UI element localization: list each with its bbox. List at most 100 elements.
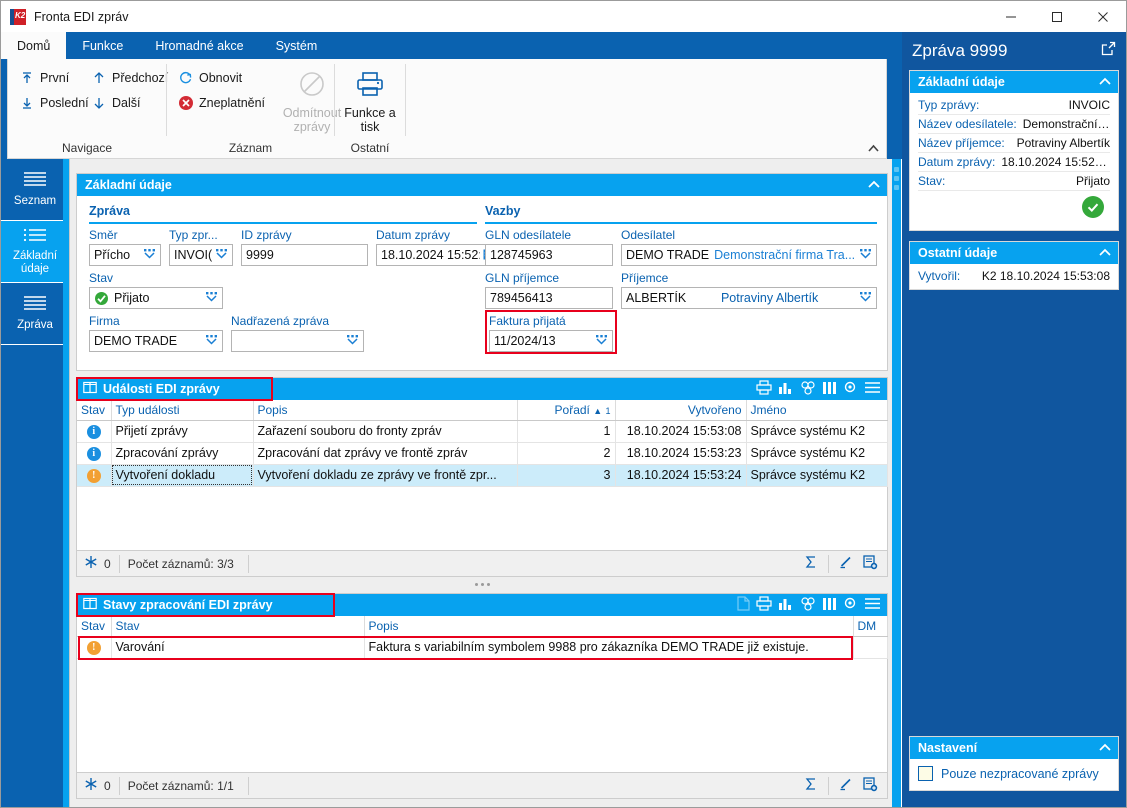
ribbon-tab-hromadne-akce[interactable]: Hromadné akce [139,32,259,59]
field-gln-prijemce[interactable]: 789456413 [485,287,613,309]
filter-icon[interactable] [84,777,98,794]
grid-stavy-zpracovani[interactable]: Stav Stav Popis DM ! Varování Faktura s … [77,616,888,659]
ribbon-button-zneplatneni[interactable]: Zneplatnění [177,94,265,111]
field-typ-zpravy[interactable]: INVOI( [169,244,233,266]
sidebar-item-seznam[interactable]: Seznam [1,159,69,221]
columns-icon[interactable] [822,381,837,398]
gear-icon[interactable] [843,596,858,614]
printer-icon [333,64,407,104]
panel-splitter[interactable] [76,579,888,589]
right-card-nastaveni-header[interactable]: Nastavení [910,737,1118,759]
chart-icon[interactable] [778,597,794,614]
status-warning-icon: ! [86,641,101,655]
table-row[interactable]: i Zpracování zprávy Zpracování dat zpráv… [77,442,888,465]
sidebar-item-zakladni-udaje[interactable]: Základní údaje [1,221,69,283]
list-item: Datum zprávy: 18.10.2024 15:52:09 [918,153,1110,172]
sidebar-item-zprava[interactable]: Zpráva [1,283,69,345]
chevron-down-icon[interactable] [212,248,228,262]
menu-icon[interactable] [864,381,881,397]
col-stav[interactable]: Stav [111,616,365,637]
right-card-ostatni-header[interactable]: Ostatní údaje [910,242,1118,264]
popout-icon[interactable] [1101,41,1116,61]
new-record-icon[interactable] [863,554,878,573]
print-icon[interactable] [756,380,772,398]
chevron-down-icon[interactable] [202,334,218,348]
ribbon-button-dalsi[interactable]: Další [90,94,140,111]
ribbon-tab-funkce[interactable]: Funkce [66,32,139,59]
field-datum-zpravy[interactable]: 18.10.2024 15:52: [376,244,501,266]
chevron-up-icon[interactable] [1098,246,1112,260]
checkbox-pouze-nezpracovane[interactable]: Pouze nezpracované zprávy [910,759,1118,790]
ribbon-tab-domu[interactable]: Domů [1,32,67,59]
field-faktura-prijata-value: 11/2024/13 [494,334,556,348]
checkbox-box[interactable] [918,766,933,781]
columns-icon[interactable] [822,597,837,614]
col-popis[interactable]: Popis [364,616,854,637]
field-prijemce-name: Potraviny Albertík [720,291,819,305]
ribbon-button-prvni[interactable]: První [18,69,69,86]
chevron-up-icon[interactable] [867,178,881,192]
field-gln-odesilatele[interactable]: 128745963 [485,244,613,266]
edit-icon[interactable] [839,777,853,794]
sum-icon[interactable] [804,777,818,794]
field-smer[interactable]: Přícho [89,244,161,266]
ribbon-tab-system[interactable]: Systém [260,32,334,59]
right-card-zakladni-header[interactable]: Základní údaje [910,71,1118,93]
col-typ-udalosti[interactable]: Typ události [111,400,254,421]
workspace-scroll-strip[interactable] [892,159,901,807]
chevron-down-icon[interactable] [592,334,608,348]
pivot-icon[interactable] [800,596,816,614]
field-id-zpravy-value: 9999 [246,248,274,262]
title-bar: K2 Fronta EDI zpráv [1,1,1126,32]
grid-udalosti-edi[interactable]: Stav Typ události Popis Pořadí ▲ 1 Vytvo… [77,400,888,487]
table-row[interactable]: i Přijetí zprávy Zařazení souboru do fro… [77,420,888,443]
filter-icon[interactable] [84,555,98,572]
sum-icon[interactable] [804,555,818,572]
col-stav-icon[interactable]: Stav [77,616,112,637]
table-row[interactable]: ! Varování Faktura s variabilním symbole… [77,636,888,659]
ribbon-button-funkce-a-tisk[interactable]: Funkce a tisk [333,64,407,134]
chevron-down-icon[interactable] [202,291,218,305]
chevron-up-icon[interactable] [1098,741,1112,755]
chevron-down-icon[interactable] [343,334,359,348]
col-vytvoreno[interactable]: Vytvořeno [615,400,747,421]
col-dm[interactable]: DM [853,616,888,637]
table-row[interactable]: ! Vytvoření dokladu Vytvoření dokladu ze… [77,464,888,487]
row-value: INVOIC [1068,98,1110,112]
new-record-icon[interactable] [863,776,878,795]
col-poradi[interactable]: Pořadí ▲ 1 [517,400,616,421]
chevron-down-icon[interactable] [140,248,156,262]
minimize-button[interactable] [988,1,1034,32]
field-firma[interactable]: DEMO TRADE [89,330,223,352]
ribbon-button-posledni[interactable]: Poslední [18,94,89,111]
panel-stavy-header: Stavy zpracování EDI zprávy [77,594,887,616]
field-nadrazena-zprava[interactable] [231,330,364,352]
scroll-handle[interactable] [894,167,899,190]
cell-stav-icon: ! [77,636,112,659]
edit-icon[interactable] [839,555,853,572]
pivot-icon[interactable] [800,380,816,398]
field-prijemce[interactable]: ALBERTÍK Potraviny Albertík [621,287,877,309]
field-odesilatel[interactable]: DEMO TRADE Demonstrační firma Tra... [621,244,877,266]
field-faktura-prijata[interactable]: 11/2024/13 [489,330,613,352]
maximize-button[interactable] [1034,1,1080,32]
col-jmeno[interactable]: Jméno [746,400,888,421]
gear-icon[interactable] [843,380,858,398]
chevron-down-icon[interactable] [856,248,872,262]
col-popis[interactable]: Popis [253,400,518,421]
close-button[interactable] [1080,1,1126,32]
ribbon-button-obnovit[interactable]: Obnovit [177,69,242,86]
ribbon-collapse-icon[interactable] [864,140,882,156]
chart-icon[interactable] [778,381,794,398]
document-icon[interactable] [737,596,750,614]
col-stav[interactable]: Stav [77,400,112,421]
field-stav[interactable]: Přijato [89,287,223,309]
panel-zakladni-udaje-header[interactable]: Základní údaje [77,174,887,196]
print-icon[interactable] [756,596,772,614]
chevron-down-icon[interactable] [856,291,872,305]
status-info-icon: i [86,447,101,461]
chevron-up-icon[interactable] [1098,75,1112,89]
field-id-zpravy[interactable]: 9999 [241,244,368,266]
menu-icon[interactable] [864,597,881,613]
ribbon-button-predchozi[interactable]: Předchozí [90,69,168,86]
